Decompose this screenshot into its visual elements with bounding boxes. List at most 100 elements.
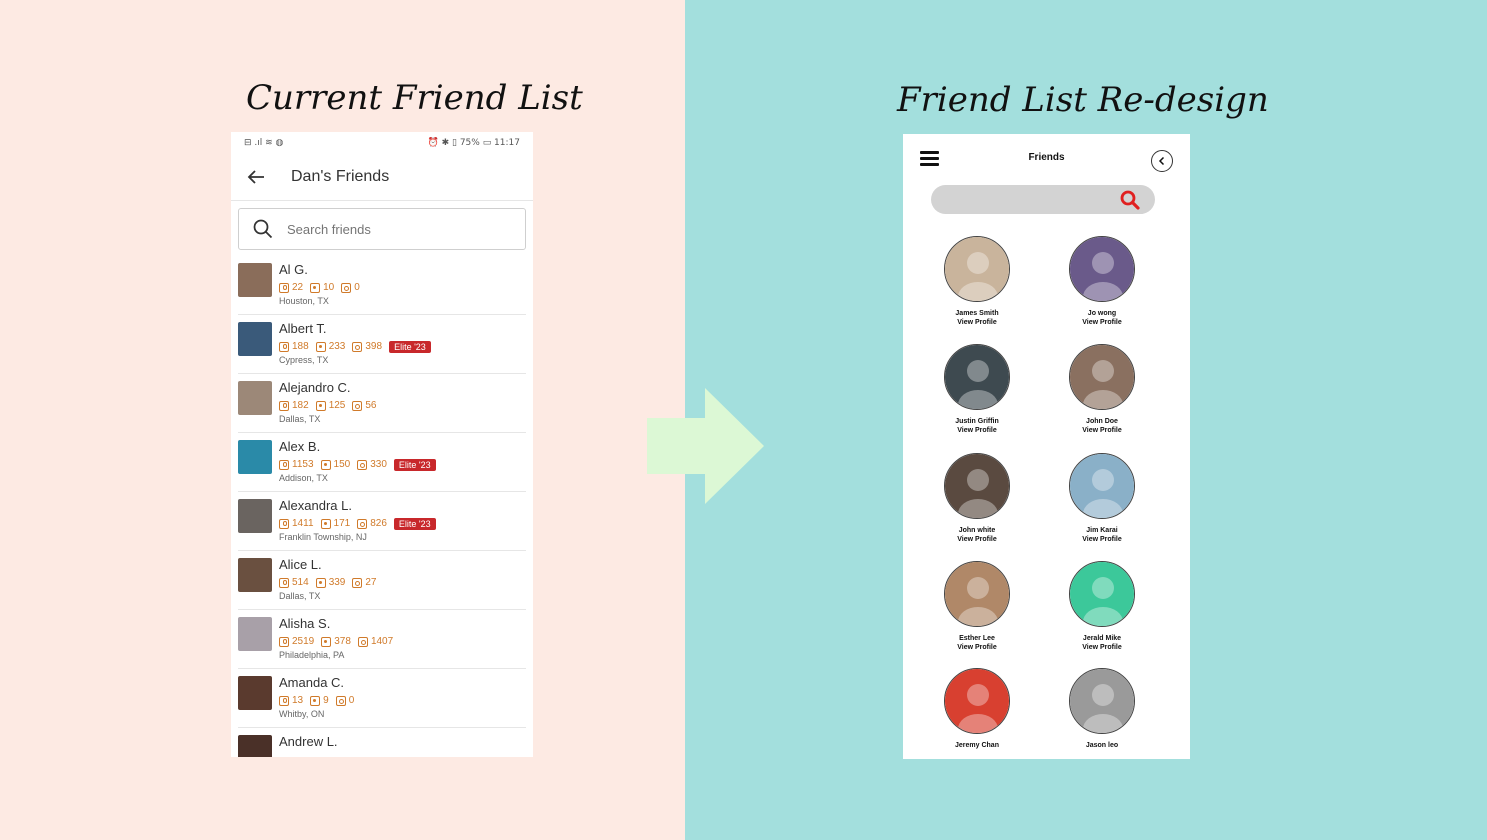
redesign-search-bar[interactable] xyxy=(931,185,1155,214)
profile-photo[interactable] xyxy=(1069,344,1135,410)
view-profile-link[interactable]: View Profile xyxy=(922,535,1032,544)
friend-row[interactable]: Alexandra L. 1411 171 826 Elite '23 Fran… xyxy=(238,492,526,551)
profile-photo[interactable] xyxy=(944,344,1010,410)
profile-photo[interactable] xyxy=(1069,668,1135,734)
friend-row[interactable]: Alice L. 514 339 27 Dallas, TX xyxy=(238,551,526,610)
friend-stats: 13 9 0 xyxy=(279,694,361,707)
reviews-count: 22 xyxy=(292,282,304,293)
view-profile-link[interactable]: View Profile xyxy=(1047,643,1157,652)
avatar[interactable] xyxy=(238,263,272,297)
reviews-icon xyxy=(279,695,289,706)
friend-row[interactable]: Albert T. 188 233 398 Elite '23 Cypress,… xyxy=(238,315,526,374)
friend-card[interactable]: John white View Profile xyxy=(922,453,1032,544)
friend-stats: 2519 378 1407 xyxy=(279,635,400,648)
profile-photo[interactable] xyxy=(1069,236,1135,302)
friend-name[interactable]: Al G. xyxy=(279,262,367,278)
camera-icon xyxy=(352,577,363,588)
friend-location: Addison, TX xyxy=(279,473,328,483)
friend-location: Houston, TX xyxy=(279,296,329,306)
friend-row[interactable]: Andrew L. xyxy=(238,728,526,757)
search-input[interactable] xyxy=(285,220,489,238)
back-arrow-icon[interactable] xyxy=(245,166,267,188)
friend-row[interactable]: Alex B. 1153 150 330 Elite '23 Addison, … xyxy=(238,433,526,492)
friend-name[interactable]: Albert T. xyxy=(279,321,431,337)
camera-icon xyxy=(352,341,363,352)
friend-name[interactable]: Alisha S. xyxy=(279,616,400,632)
avatar[interactable] xyxy=(238,735,272,757)
photos-count: 0 xyxy=(348,695,355,706)
friend-card[interactable]: James Smith View Profile xyxy=(922,236,1032,327)
stars-stat: 10 xyxy=(310,282,334,293)
friend-card[interactable]: Jerald Mike View Profile xyxy=(1047,561,1157,652)
avatar[interactable] xyxy=(238,676,272,710)
friend-row[interactable]: Amanda C. 13 9 0 Whitby, ON xyxy=(238,669,526,728)
friend-name[interactable]: Amanda C. xyxy=(279,675,361,691)
reviews-icon xyxy=(279,282,289,293)
profile-photo[interactable] xyxy=(944,236,1010,302)
view-profile-link[interactable]: View Profile xyxy=(1047,318,1157,327)
search-icon[interactable] xyxy=(1120,190,1140,210)
friend-name: Jo wong xyxy=(1087,310,1117,317)
person-silhouette-icon xyxy=(1070,562,1134,626)
status-right: ⏰ ✱ ▯ 75% ▭ 11:17 xyxy=(427,138,520,148)
friend-row[interactable]: Alisha S. 2519 378 1407 Philadelphia, PA xyxy=(238,610,526,669)
avatar[interactable] xyxy=(238,381,272,415)
profile-photo[interactable] xyxy=(944,561,1010,627)
friend-name[interactable]: Alejandro C. xyxy=(279,380,384,396)
photos-count: 826 xyxy=(370,518,387,529)
star-icon xyxy=(315,577,326,588)
friend-card[interactable]: Esther Lee View Profile xyxy=(922,561,1032,652)
friend-name: John Doe xyxy=(1086,418,1118,425)
friend-card[interactable]: Jim Karai View Profile xyxy=(1047,453,1157,544)
star-icon xyxy=(315,341,326,352)
friend-name[interactable]: Andrew L. xyxy=(279,734,338,750)
friend-name: Jason leo xyxy=(1085,742,1119,749)
friend-card[interactable]: Jason leo xyxy=(1047,668,1157,750)
reviews-stat: 1153 xyxy=(279,459,314,470)
avatar[interactable] xyxy=(238,440,272,474)
friend-name: John white xyxy=(958,527,996,534)
friend-card[interactable]: John Doe View Profile xyxy=(1047,344,1157,435)
friend-name[interactable]: Alex B. xyxy=(279,439,436,455)
view-profile-link[interactable]: View Profile xyxy=(922,318,1032,327)
friend-name[interactable]: Alice L. xyxy=(279,557,384,573)
friend-row[interactable]: Alejandro C. 182 125 56 Dallas, TX xyxy=(238,374,526,433)
friend-location: Franklin Township, NJ xyxy=(279,532,367,542)
profile-photo[interactable] xyxy=(944,453,1010,519)
person-silhouette-icon xyxy=(945,345,1009,409)
view-profile-link[interactable]: View Profile xyxy=(922,426,1032,435)
friend-card[interactable]: Jeremy Chan xyxy=(922,668,1032,750)
profile-photo[interactable] xyxy=(944,668,1010,734)
photos-stat: 0 xyxy=(335,695,355,706)
friend-card[interactable]: Jo wong View Profile xyxy=(1047,236,1157,327)
reviews-count: 1153 xyxy=(292,459,314,470)
reviews-icon xyxy=(279,577,289,588)
reviews-stat: 1411 xyxy=(279,518,314,529)
friend-stats: 22 10 0 xyxy=(279,281,367,294)
reviews-icon xyxy=(279,400,289,411)
avatar[interactable] xyxy=(238,558,272,592)
profile-photo[interactable] xyxy=(1069,453,1135,519)
friend-name[interactable]: Alexandra L. xyxy=(279,498,436,514)
profile-photo[interactable] xyxy=(1069,561,1135,627)
person-silhouette-icon xyxy=(1070,669,1134,733)
stars-stat: 150 xyxy=(320,459,350,470)
friend-info: Amanda C. 13 9 0 Whitby, ON xyxy=(279,675,361,727)
stars-stat: 233 xyxy=(315,341,345,352)
view-profile-link[interactable]: View Profile xyxy=(922,643,1032,652)
view-profile-link[interactable]: View Profile xyxy=(1047,535,1157,544)
friend-card[interactable]: Justin Griffin View Profile xyxy=(922,344,1032,435)
avatar[interactable] xyxy=(238,499,272,533)
search-box[interactable] xyxy=(238,208,526,250)
reviews-icon xyxy=(279,636,289,647)
view-profile-link[interactable]: View Profile xyxy=(1047,426,1157,435)
back-button[interactable] xyxy=(1151,150,1173,172)
avatar[interactable] xyxy=(238,617,272,651)
photos-count: 0 xyxy=(354,282,360,293)
friend-row[interactable]: Al G. 22 10 0 Houston, TX xyxy=(238,256,526,315)
stars-stat: 171 xyxy=(320,518,350,529)
redesign-app-screen: Friends James Smith View Profile Jo wong… xyxy=(903,134,1190,759)
camera-icon xyxy=(357,518,368,529)
search-icon xyxy=(253,219,273,239)
avatar[interactable] xyxy=(238,322,272,356)
